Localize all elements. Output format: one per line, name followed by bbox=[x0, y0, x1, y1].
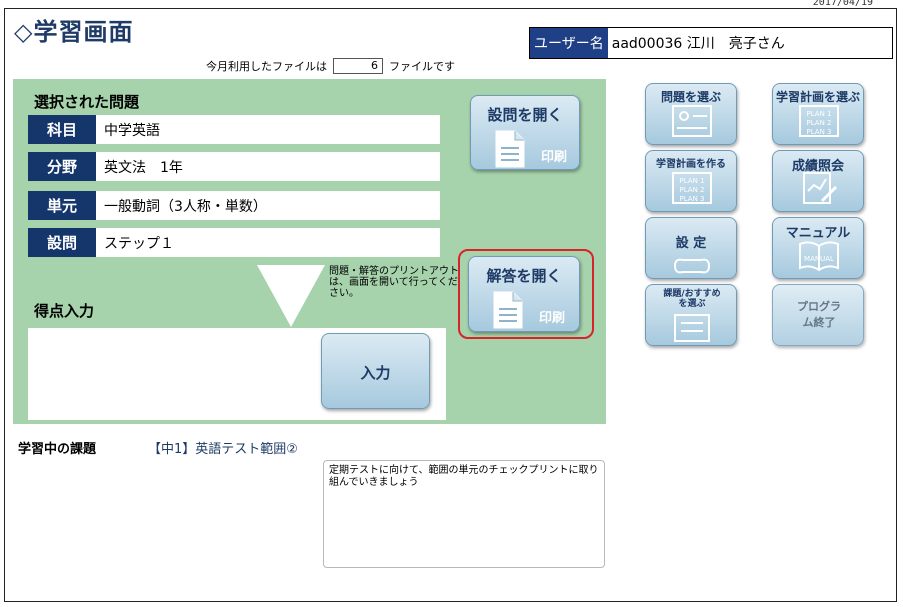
choose-plan-label: 学習計画を選ぶ bbox=[775, 90, 860, 104]
make-plan-label: 学習計画を作る bbox=[656, 159, 726, 170]
row-key: 単元 bbox=[28, 191, 96, 220]
plan-line: PLAN 2 bbox=[680, 186, 705, 194]
study-label: 学習中の課題 bbox=[18, 442, 97, 457]
quit-button[interactable]: プログラム終了 bbox=[772, 284, 864, 346]
page-title: ◇学習画面 bbox=[14, 18, 134, 46]
make-plan-button[interactable]: 学習計画を作る PLAN 1 PLAN 2 PLAN 3 bbox=[645, 150, 737, 212]
current-assignment-link[interactable]: 【中1】英語テスト範囲② bbox=[148, 438, 298, 457]
down-arrow-icon bbox=[257, 265, 325, 327]
problem-sheet-icon bbox=[674, 314, 710, 342]
input-button-label: 入力 bbox=[360, 364, 391, 382]
usage-suffix: ファイルです bbox=[389, 60, 455, 73]
plan-icon: PLAN 1 PLAN 2 PLAN 3 bbox=[672, 172, 712, 204]
document-icon bbox=[493, 291, 523, 329]
usage-count: 6 bbox=[333, 58, 383, 74]
report-icon bbox=[803, 172, 838, 204]
choose-plan-button[interactable]: 学習計画を選ぶ PLAN 1 PLAN 2 PLAN 3 bbox=[772, 83, 864, 145]
row-key: 分野 bbox=[28, 152, 96, 181]
open-answer-label: 解答を開く bbox=[486, 267, 562, 285]
assignment-button[interactable]: 課題/おすすめを選ぶ bbox=[645, 284, 737, 346]
plan-icon: PLAN 1 PLAN 2 PLAN 3 bbox=[799, 105, 839, 137]
plan-line: PLAN 1 bbox=[680, 177, 705, 185]
input-button[interactable]: 入力 bbox=[321, 333, 430, 409]
choose-problem-button[interactable]: 問題を選ぶ bbox=[645, 83, 737, 145]
manual-word: MANUAL bbox=[804, 255, 834, 263]
assignment-label: 課題/おすすめを選ぶ bbox=[663, 289, 721, 309]
settings-button[interactable]: 設 定 bbox=[645, 217, 737, 279]
plan-line: PLAN 1 bbox=[807, 110, 832, 118]
row-field: 分野 英文法 1年 bbox=[28, 152, 440, 181]
row-unit: 単元 一般動詞（3人称・単数） bbox=[28, 191, 440, 220]
manual-button[interactable]: マニュアル MANUAL bbox=[772, 217, 864, 279]
selected-heading: 選択された問題 bbox=[34, 93, 140, 111]
row-key: 設問 bbox=[28, 228, 96, 257]
print-label: 印刷 bbox=[539, 311, 566, 326]
plan-line: PLAN 3 bbox=[680, 195, 705, 203]
plan-line: PLAN 2 bbox=[807, 119, 832, 127]
grades-button[interactable]: 成績照会 bbox=[772, 150, 864, 212]
date-label: 2017/04/19 bbox=[812, 0, 873, 8]
wrench-icon bbox=[673, 258, 711, 274]
row-key: 科目 bbox=[28, 115, 96, 144]
quit-label: プログラム終了 bbox=[797, 300, 841, 329]
open-answer-button[interactable]: 解答を開く 印刷 bbox=[468, 256, 580, 332]
memo-text: 定期テストに向けて、範囲の単元のチェックプリントに取り組んでいきましょう bbox=[323, 460, 605, 568]
problem-sheet-icon bbox=[672, 105, 712, 137]
open-question-button[interactable]: 設問を開く 印刷 bbox=[470, 95, 580, 170]
book-icon: MANUAL bbox=[799, 241, 839, 272]
usage-prefix: 今月利用したファイルは bbox=[206, 60, 327, 73]
score-heading: 得点入力 bbox=[34, 302, 95, 320]
user-label: ユーザー名 bbox=[530, 28, 608, 58]
open-question-label: 設問を開く bbox=[487, 106, 563, 124]
row-value: 一般動詞（3人称・単数） bbox=[96, 191, 440, 220]
choose-problem-label: 問題を選ぶ bbox=[660, 90, 721, 104]
plan-line: PLAN 3 bbox=[807, 128, 832, 136]
row-value: 英文法 1年 bbox=[96, 152, 440, 181]
row-value: 中学英語 bbox=[96, 115, 440, 144]
usage-info: 今月利用したファイルは 6 ファイルです bbox=[206, 58, 455, 74]
row-value: ステップ１ bbox=[96, 228, 440, 257]
user-name: aad00036 江川 亮子さん bbox=[611, 36, 785, 52]
user-box: ユーザー名 aad00036 江川 亮子さん bbox=[529, 27, 893, 59]
print-note: 問題・解答のプリントアウトは、画面を開いて行ってください。 bbox=[329, 266, 459, 299]
document-icon bbox=[495, 130, 525, 168]
row-question: 設問 ステップ１ bbox=[28, 228, 440, 257]
print-label: 印刷 bbox=[541, 150, 568, 165]
row-subject: 科目 中学英語 bbox=[28, 115, 440, 144]
